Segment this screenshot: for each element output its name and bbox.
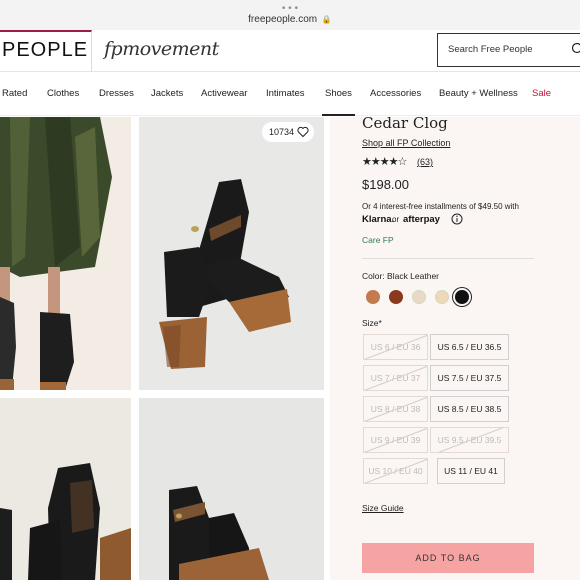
size-us-11[interactable]: US 11 / EU 41 [437, 458, 505, 484]
product-image-model[interactable] [0, 117, 131, 390]
swatch-cream[interactable] [435, 290, 449, 304]
collection-link[interactable]: Shop all FP Collection [362, 138, 450, 148]
size-us-9[interactable]: US 9 / EU 39 [363, 427, 428, 453]
afterpay-logo[interactable]: afterpay [403, 214, 440, 225]
divider [362, 258, 534, 259]
nav-item-dresses[interactable]: Dresses [99, 88, 134, 99]
swatch-light[interactable] [412, 290, 426, 304]
klarna-logo[interactable]: Klarna. [362, 214, 394, 225]
reviews-link[interactable]: (63) [417, 157, 433, 167]
info-icon[interactable] [451, 213, 463, 225]
main-nav: Rated Clothes Dresses Jackets Activewear… [0, 72, 580, 116]
installments-text: Or 4 interest-free installments of $49.5… [362, 202, 519, 211]
search-placeholder: Search Free People [448, 44, 533, 55]
search-input[interactable]: Search Free People [437, 33, 580, 67]
size-us-10[interactable]: US 10 / EU 40 [363, 458, 428, 484]
heart-icon [297, 126, 309, 138]
size-us-7-5[interactable]: US 7.5 / EU 37.5 [430, 365, 509, 391]
color-label: Color: Black Leather [362, 271, 440, 281]
care-fp-link[interactable]: Care FP [362, 235, 394, 245]
url-text: freepeople.com [248, 14, 318, 25]
fp-movement-logo[interactable]: fpmovement [104, 38, 219, 60]
nav-item-sale[interactable]: Sale [532, 88, 551, 99]
add-to-bag-button[interactable]: ADD TO BAG [362, 543, 534, 573]
site-header: PEOPLE fpmovement Search Free People [0, 30, 580, 72]
nav-item-accessories[interactable]: Accessories [370, 88, 421, 99]
product-title: Cedar Clog [362, 114, 448, 132]
size-label: Size* [362, 318, 382, 328]
nav-item-intimates[interactable]: Intimates [266, 88, 305, 99]
nav-item-activewear[interactable]: Activewear [201, 88, 247, 99]
size-us-9-5[interactable]: US 9.5 / EU 39.5 [430, 427, 509, 453]
size-us-8[interactable]: US 8 / EU 38 [363, 396, 428, 422]
logo-text: PEOPLE [2, 39, 89, 61]
browser-menu-dots[interactable]: ••• [281, 4, 300, 14]
nav-item-clothes[interactable]: Clothes [47, 88, 79, 99]
url-display[interactable]: freepeople.com 🔒 [0, 14, 580, 25]
nav-item-beauty-wellness[interactable]: Beauty + Wellness [439, 88, 518, 99]
size-guide-link[interactable]: Size Guide [362, 503, 404, 513]
favorite-button[interactable]: 10734 [262, 122, 314, 142]
swatch-brown[interactable] [389, 290, 403, 304]
favorite-count: 10734 [269, 127, 295, 137]
size-us-6[interactable]: US 6 / EU 36 [363, 334, 428, 360]
product-image-back[interactable] [0, 398, 131, 580]
swatch-black[interactable] [455, 290, 469, 304]
size-us-6-5[interactable]: US 6.5 / EU 36.5 [430, 334, 509, 360]
nav-item-shoes[interactable]: Shoes [322, 88, 355, 116]
lock-icon: 🔒 [321, 15, 332, 24]
product-price: $198.00 [362, 177, 409, 192]
product-image-side[interactable] [139, 117, 324, 390]
rating-stars: ★★★★☆ [362, 155, 407, 168]
free-people-logo[interactable]: PEOPLE [0, 30, 92, 72]
nav-item-jackets[interactable]: Jackets [151, 88, 183, 99]
size-us-7[interactable]: US 7 / EU 37 [363, 365, 428, 391]
or-text: or [392, 215, 400, 224]
product-image-detail[interactable] [139, 398, 324, 580]
size-us-8-5[interactable]: US 8.5 / EU 38.5 [430, 396, 509, 422]
nav-item-rated[interactable]: Rated [2, 88, 27, 99]
swatch-tan[interactable] [366, 290, 380, 304]
search-icon[interactable] [571, 42, 580, 56]
browser-url-bar: ••• freepeople.com 🔒 [0, 0, 580, 30]
